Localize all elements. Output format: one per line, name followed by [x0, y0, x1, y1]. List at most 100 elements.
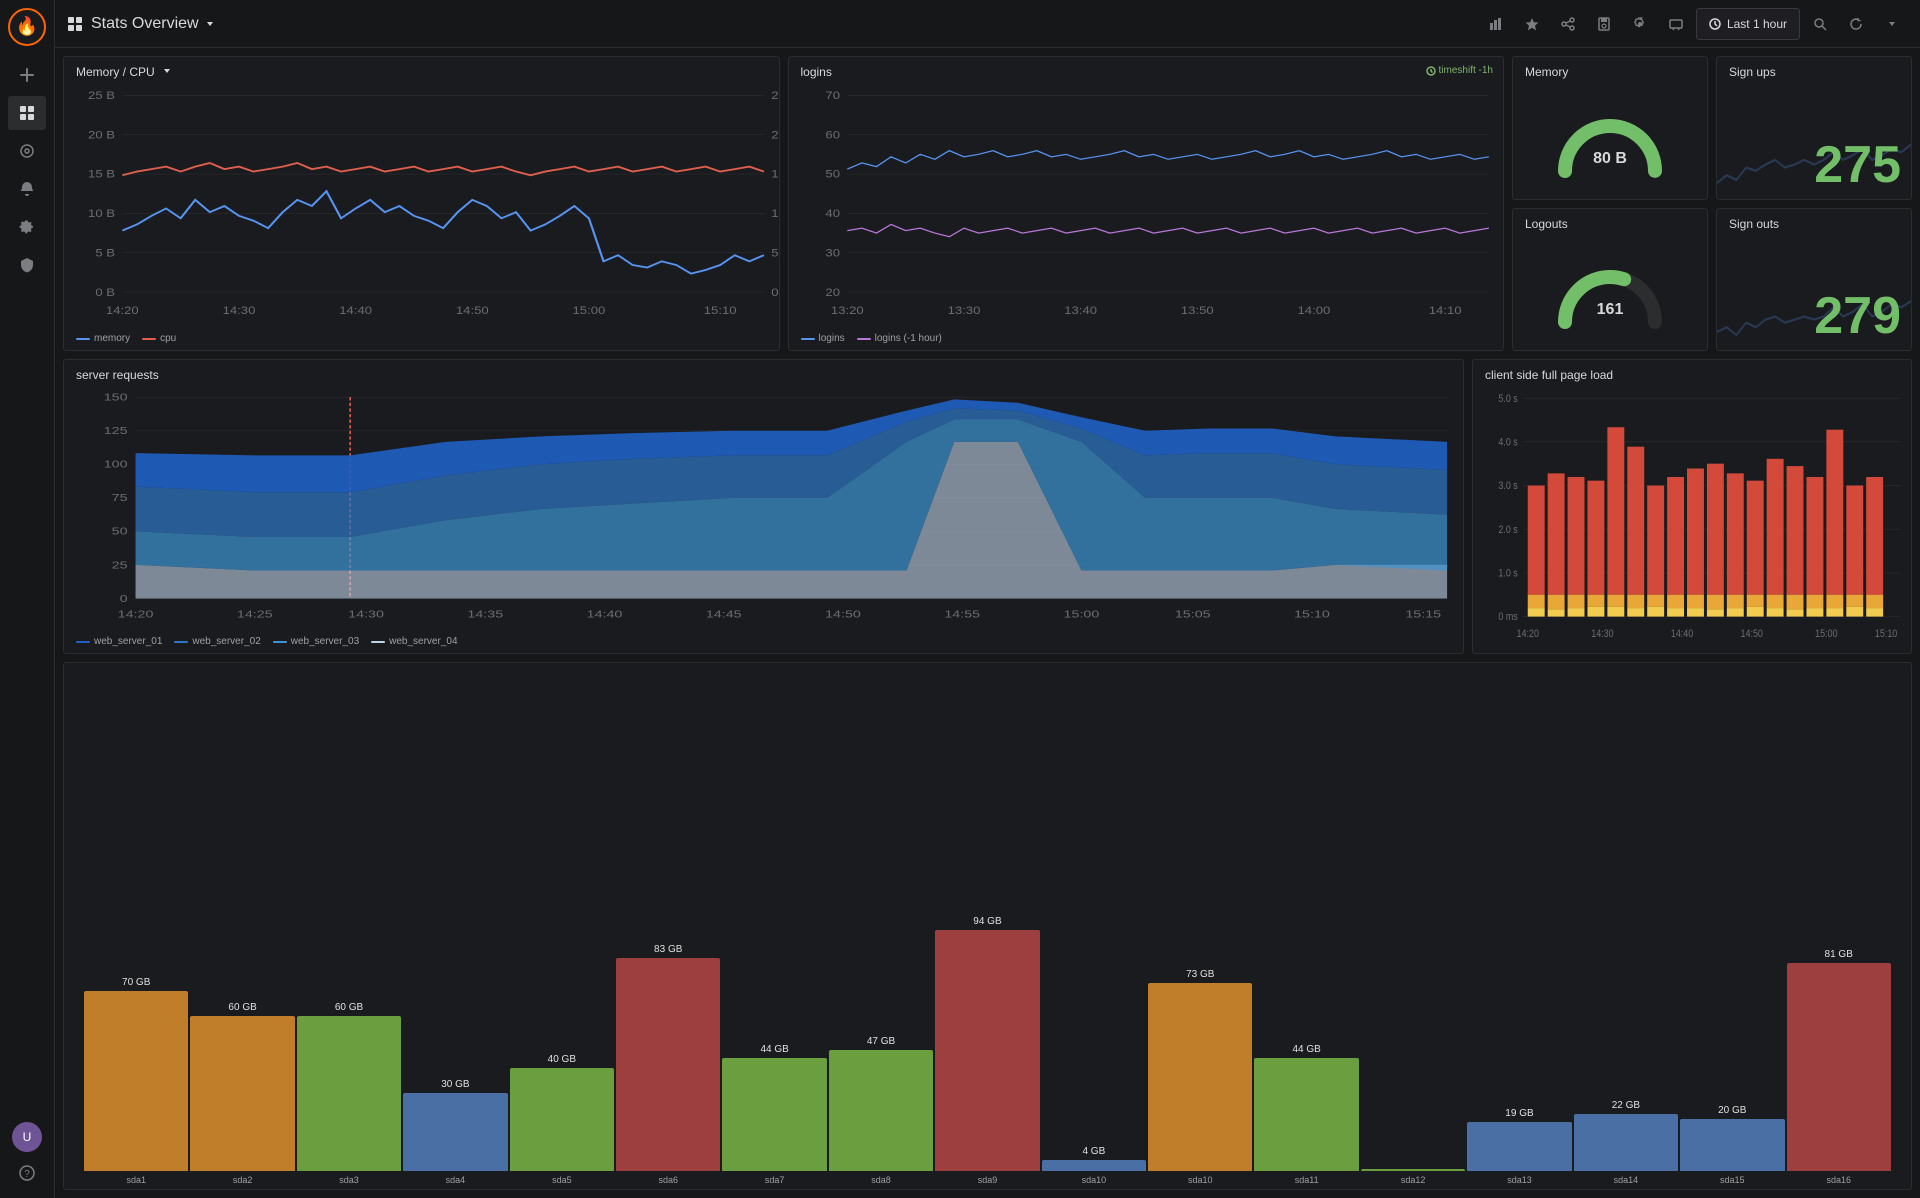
memory-cpu-title: Memory / CPU	[64, 57, 779, 83]
settings-btn[interactable]	[1624, 8, 1656, 40]
tv-btn[interactable]	[1660, 8, 1692, 40]
row-1: Memory / CPU 25 B 20 B	[63, 56, 1912, 351]
share-btn[interactable]	[1552, 8, 1584, 40]
client-page-load-svg: 5.0 s 4.0 s 3.0 s 2.0 s 1.0 s 0 ms	[1473, 386, 1911, 653]
svg-text:5 B: 5 B	[95, 246, 115, 259]
main-content: Stats Overview L	[55, 0, 1920, 1198]
svg-text:4.0 s: 4.0 s	[1498, 437, 1517, 449]
signups-title: Sign ups	[1717, 57, 1911, 83]
disk-bars-container: 70 GB sda1 60 GB sda2 60 GB sda3	[84, 671, 1891, 1189]
sidebar-item-shield[interactable]	[8, 248, 46, 282]
svg-text:100: 100	[104, 459, 128, 470]
sidebar: 🔥 U ?	[0, 0, 55, 1198]
svg-text:13:30: 13:30	[947, 304, 980, 317]
svg-text:14:10: 14:10	[1428, 304, 1461, 317]
svg-text:14:35: 14:35	[467, 609, 503, 620]
svg-text:14:30: 14:30	[348, 609, 384, 620]
legend-memory: memory	[76, 333, 130, 344]
svg-text:80 B: 80 B	[1593, 150, 1627, 167]
sidebar-item-alerting[interactable]	[8, 172, 46, 206]
gauge-svg: 80 B	[1550, 91, 1670, 191]
timeshift-badge: timeshift -1h	[1426, 65, 1493, 76]
user-avatar[interactable]: U	[12, 1122, 42, 1152]
svg-text:15:10: 15:10	[1294, 609, 1330, 620]
svg-text:1.0 s: 1.0 s	[1498, 568, 1517, 580]
star-btn[interactable]	[1516, 8, 1548, 40]
svg-text:15:00: 15:00	[1064, 609, 1100, 620]
svg-text:2.0 s: 2.0 s	[1498, 524, 1517, 536]
svg-text:14:55: 14:55	[944, 609, 980, 620]
svg-text:5.0 s: 5.0 s	[1498, 393, 1517, 405]
svg-text:20 B: 20 B	[88, 128, 115, 141]
svg-text:14:20: 14:20	[118, 609, 154, 620]
svg-text:161: 161	[1597, 301, 1624, 318]
title-dropdown-icon[interactable]	[205, 19, 215, 29]
memory-gauge-panel: Memory 80 B	[1512, 56, 1708, 200]
sidebar-item-dashboards[interactable]	[8, 96, 46, 130]
svg-text:0 B: 0 B	[95, 286, 115, 299]
app-logo: 🔥	[8, 8, 46, 46]
signouts-title: Sign outs	[1717, 209, 1911, 235]
sidebar-item-add[interactable]	[8, 58, 46, 92]
svg-text:75: 75	[112, 492, 128, 503]
server-requests-chart: 150 125 100 75 50 25 0	[64, 386, 1463, 632]
dashboard: Memory / CPU 25 B 20 B	[55, 48, 1920, 1198]
disk-bar-sda13: 19 GB sda13	[1467, 1108, 1571, 1185]
sidebar-item-config[interactable]	[8, 210, 46, 244]
svg-text:14:25: 14:25	[237, 609, 273, 620]
disk-bar-sda10b: 73 GB sda10	[1148, 969, 1252, 1185]
panel-menu-icon[interactable]	[162, 66, 172, 76]
svg-text:0 ms: 0 ms	[1498, 611, 1517, 623]
disk-bar-sda3: 60 GB sda3	[297, 1002, 401, 1185]
svg-text:10 B: 10 B	[88, 207, 115, 220]
svg-text:14:30: 14:30	[223, 304, 256, 317]
svg-text:14:50: 14:50	[825, 609, 861, 620]
svg-text:13:20: 13:20	[830, 304, 863, 317]
svg-text:15:10: 15:10	[1875, 628, 1898, 640]
svg-text:25: 25	[112, 559, 128, 570]
svg-text:14:50: 14:50	[456, 304, 489, 317]
signups-value: 275	[1814, 139, 1901, 191]
svg-text:14:20: 14:20	[1517, 628, 1540, 640]
legend-logins: logins	[801, 333, 845, 344]
svg-text:15%: 15%	[771, 168, 778, 181]
memory-cpu-legend: memory cpu	[64, 329, 779, 350]
search-btn[interactable]	[1804, 8, 1836, 40]
disk-bar-sda14: 22 GB sda14	[1574, 1100, 1678, 1185]
disk-bar-sda8: 47 GB sda8	[829, 1036, 933, 1185]
client-page-load-panel: client side full page load 5.0 s 4.0 s	[1472, 359, 1912, 654]
memory-gauge-content: 80 B	[1513, 83, 1707, 199]
svg-text:14:45: 14:45	[706, 609, 742, 620]
topbar-actions: Last 1 hour	[1480, 8, 1908, 40]
memory-cpu-chart: 25 B 20 B 15 B 10 B 5 B 0 B 25% 20% 15% …	[64, 83, 779, 329]
svg-text:13:50: 13:50	[1180, 304, 1213, 317]
disk-bar-sda12: sda12	[1361, 1166, 1465, 1185]
time-range-selector[interactable]: Last 1 hour	[1696, 8, 1800, 40]
disk-bar-sda6: 83 GB sda6	[616, 944, 720, 1185]
disk-bar-sda10: 4 GB sda10	[1042, 1146, 1146, 1185]
legend-ws04: web_server_04	[371, 636, 457, 647]
disk-bar-sda7: 44 GB sda7	[722, 1044, 826, 1185]
disk-bar-sda9: 94 GB sda9	[935, 916, 1039, 1185]
signouts-panel: Sign outs 279	[1716, 208, 1912, 352]
svg-text:20%: 20%	[771, 128, 778, 141]
svg-text:14:40: 14:40	[587, 609, 623, 620]
signouts-value: 279	[1814, 290, 1901, 342]
memory-cpu-panel: Memory / CPU 25 B 20 B	[63, 56, 780, 351]
dashboard-icon	[67, 16, 83, 32]
signups-content: 275	[1717, 83, 1911, 199]
dropdown-btn[interactable]	[1876, 8, 1908, 40]
svg-text:0%: 0%	[771, 286, 778, 299]
save-btn[interactable]	[1588, 8, 1620, 40]
clock-icon	[1709, 18, 1721, 30]
sidebar-item-help[interactable]: ?	[8, 1156, 46, 1190]
logins-panel: logins timeshift -1h 70 60	[788, 56, 1505, 351]
legend-ws01: web_server_01	[76, 636, 162, 647]
disk-bar-sda16: 81 GB sda16	[1787, 949, 1891, 1185]
disk-usage-panel: 70 GB sda1 60 GB sda2 60 GB sda3	[63, 662, 1912, 1190]
legend-ws03: web_server_03	[273, 636, 359, 647]
chart-btn[interactable]	[1480, 8, 1512, 40]
svg-text:14:50: 14:50	[1741, 628, 1764, 640]
refresh-btn[interactable]	[1840, 8, 1872, 40]
sidebar-item-explore[interactable]	[8, 134, 46, 168]
